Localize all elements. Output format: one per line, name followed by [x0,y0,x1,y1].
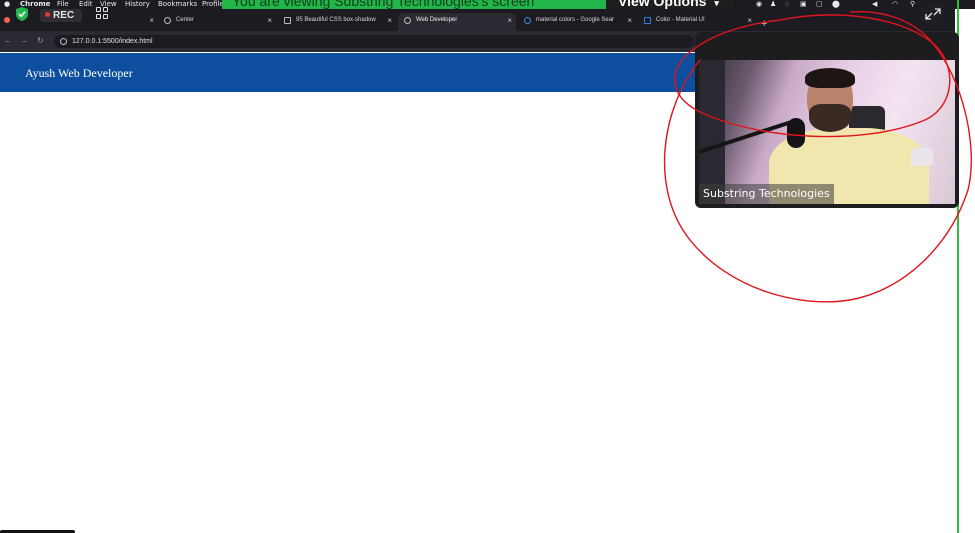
rec-label: REC [53,10,75,21]
status-icon-1[interactable]: ◉ [756,0,762,9]
back-icon[interactable]: ← [4,36,12,45]
user-icon[interactable]: ♟ [770,0,776,9]
tab-label: 95 Beautiful CSS box-shadow [296,17,376,23]
url-text: 127.0.0.1:5500/index.html [72,38,153,45]
close-icon[interactable]: × [267,13,272,28]
view-options-label: View Options [618,0,707,9]
close-icon[interactable]: × [747,13,752,28]
search-icon[interactable]: ⚲ [910,0,915,9]
close-icon[interactable]: × [387,13,392,28]
chevron-down-icon: ▾ [714,0,719,8]
site-info-icon[interactable] [60,38,67,45]
share-banner-text: You are viewing Substring Technologies's… [232,0,535,9]
menu-history[interactable]: History [125,0,150,8]
volume-icon[interactable]: ◀ [872,0,877,9]
expand-icon[interactable] [921,5,945,23]
background-device [911,148,933,166]
microphone [787,118,805,148]
tab-web-developer[interactable]: Web Developer × [398,13,516,31]
status-icon-5[interactable]: ⬤ [832,0,840,9]
url-field[interactable]: 127.0.0.1:5500/index.html [54,35,694,48]
shield-check-icon [16,7,28,21]
status-icon-2[interactable]: ◌ [785,0,789,9]
tab-center[interactable]: Center × [158,13,276,31]
menu-file[interactable]: File [57,0,69,8]
forward-icon[interactable]: → [20,36,28,45]
tab-label: Web Developer [416,17,458,23]
globe-icon [404,17,411,24]
menu-edit[interactable]: Edit [79,0,93,8]
tab-label: Color - Material UI [656,17,705,23]
reload-icon[interactable]: ↻ [37,36,44,45]
grid-view-icon[interactable] [96,7,110,21]
status-icon-4[interactable]: ▢ [816,0,823,9]
participant-video-tile[interactable]: Substring Technologies [695,32,959,208]
participant-video [699,60,955,204]
video-background [699,60,725,204]
tab-0[interactable]: × [110,13,158,31]
close-icon[interactable]: × [507,13,512,28]
wifi-icon[interactable]: ◠ [892,0,898,9]
tab-box-shadow[interactable]: 95 Beautiful CSS box-shadow × [278,13,396,31]
status-icon-3[interactable]: ▣ [800,0,807,9]
menu-bookmarks[interactable]: Bookmarks [158,0,197,8]
participant-name: Substring Technologies [699,184,834,204]
tab-material-colors[interactable]: material colors - Google Sear × [518,13,636,31]
new-tab-button[interactable]: + [761,18,767,30]
close-icon[interactable]: × [627,13,632,28]
window-close-dot[interactable] [4,17,10,23]
google-icon [524,17,531,24]
mui-icon [644,17,651,24]
participant-beard [809,104,851,132]
record-dot-icon [45,12,50,17]
tab-label: material colors - Google Sear [536,17,615,23]
tab-label: Center [176,17,195,23]
apple-icon[interactable]: ● [4,0,10,8]
tab-material-ui[interactable]: Color - Material UI × [638,13,756,31]
site-icon [284,17,291,24]
site-brand[interactable]: Ayush Web Developer [25,66,133,81]
menu-profile[interactable]: Profile [202,0,224,8]
browser-tab-strip: × Center × 95 Beautiful CSS box-shadow ×… [0,9,955,31]
participant-hair [805,68,855,88]
recording-indicator[interactable]: REC [40,9,82,22]
globe-icon [164,17,171,24]
close-icon[interactable]: × [149,13,154,28]
